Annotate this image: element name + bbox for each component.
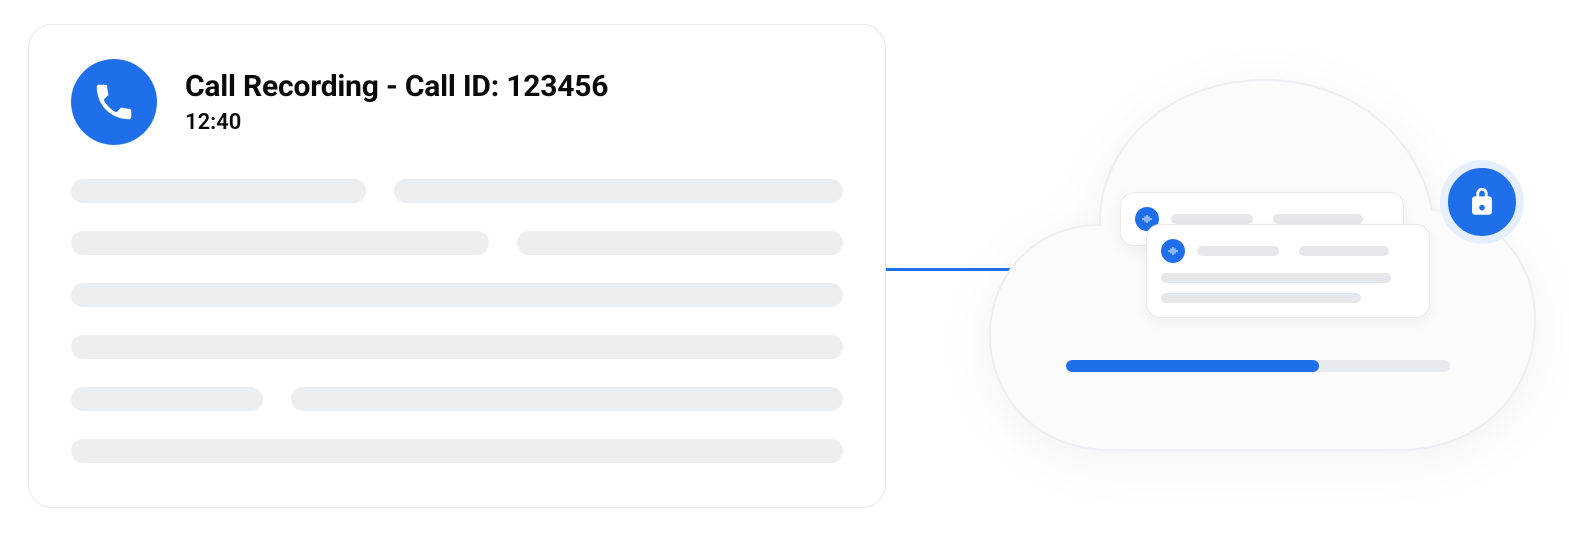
placeholder-bar [71, 387, 263, 411]
upload-progress [1066, 360, 1450, 372]
placeholder-bar [1171, 214, 1253, 224]
call-header: Call Recording - Call ID: 123456 12:40 [71, 59, 843, 145]
call-title: Call Recording - Call ID: 123456 [185, 69, 608, 104]
placeholder-bar [1197, 246, 1279, 256]
placeholder-bar [517, 231, 843, 255]
placeholder-bar [71, 283, 843, 307]
placeholder-bar [394, 179, 843, 203]
placeholder-bar [71, 335, 843, 359]
lock-icon [1440, 160, 1524, 244]
placeholder-bar [1299, 246, 1389, 256]
call-time: 12:40 [185, 110, 608, 135]
placeholder-bar [1161, 273, 1391, 283]
transcript-placeholder [71, 179, 843, 463]
phone-icon [71, 59, 157, 145]
placeholder-bar [71, 179, 366, 203]
audio-wave-icon [1161, 239, 1185, 263]
placeholder-bar [1273, 214, 1363, 224]
upload-progress-fill [1066, 360, 1319, 372]
placeholder-bar [291, 387, 843, 411]
placeholder-bar [71, 231, 489, 255]
placeholder-bar [1161, 293, 1361, 303]
placeholder-bar [71, 439, 843, 463]
mini-card-front [1146, 224, 1430, 318]
call-recording-card: Call Recording - Call ID: 123456 12:40 [28, 24, 886, 508]
secure-cloud [980, 50, 1540, 480]
